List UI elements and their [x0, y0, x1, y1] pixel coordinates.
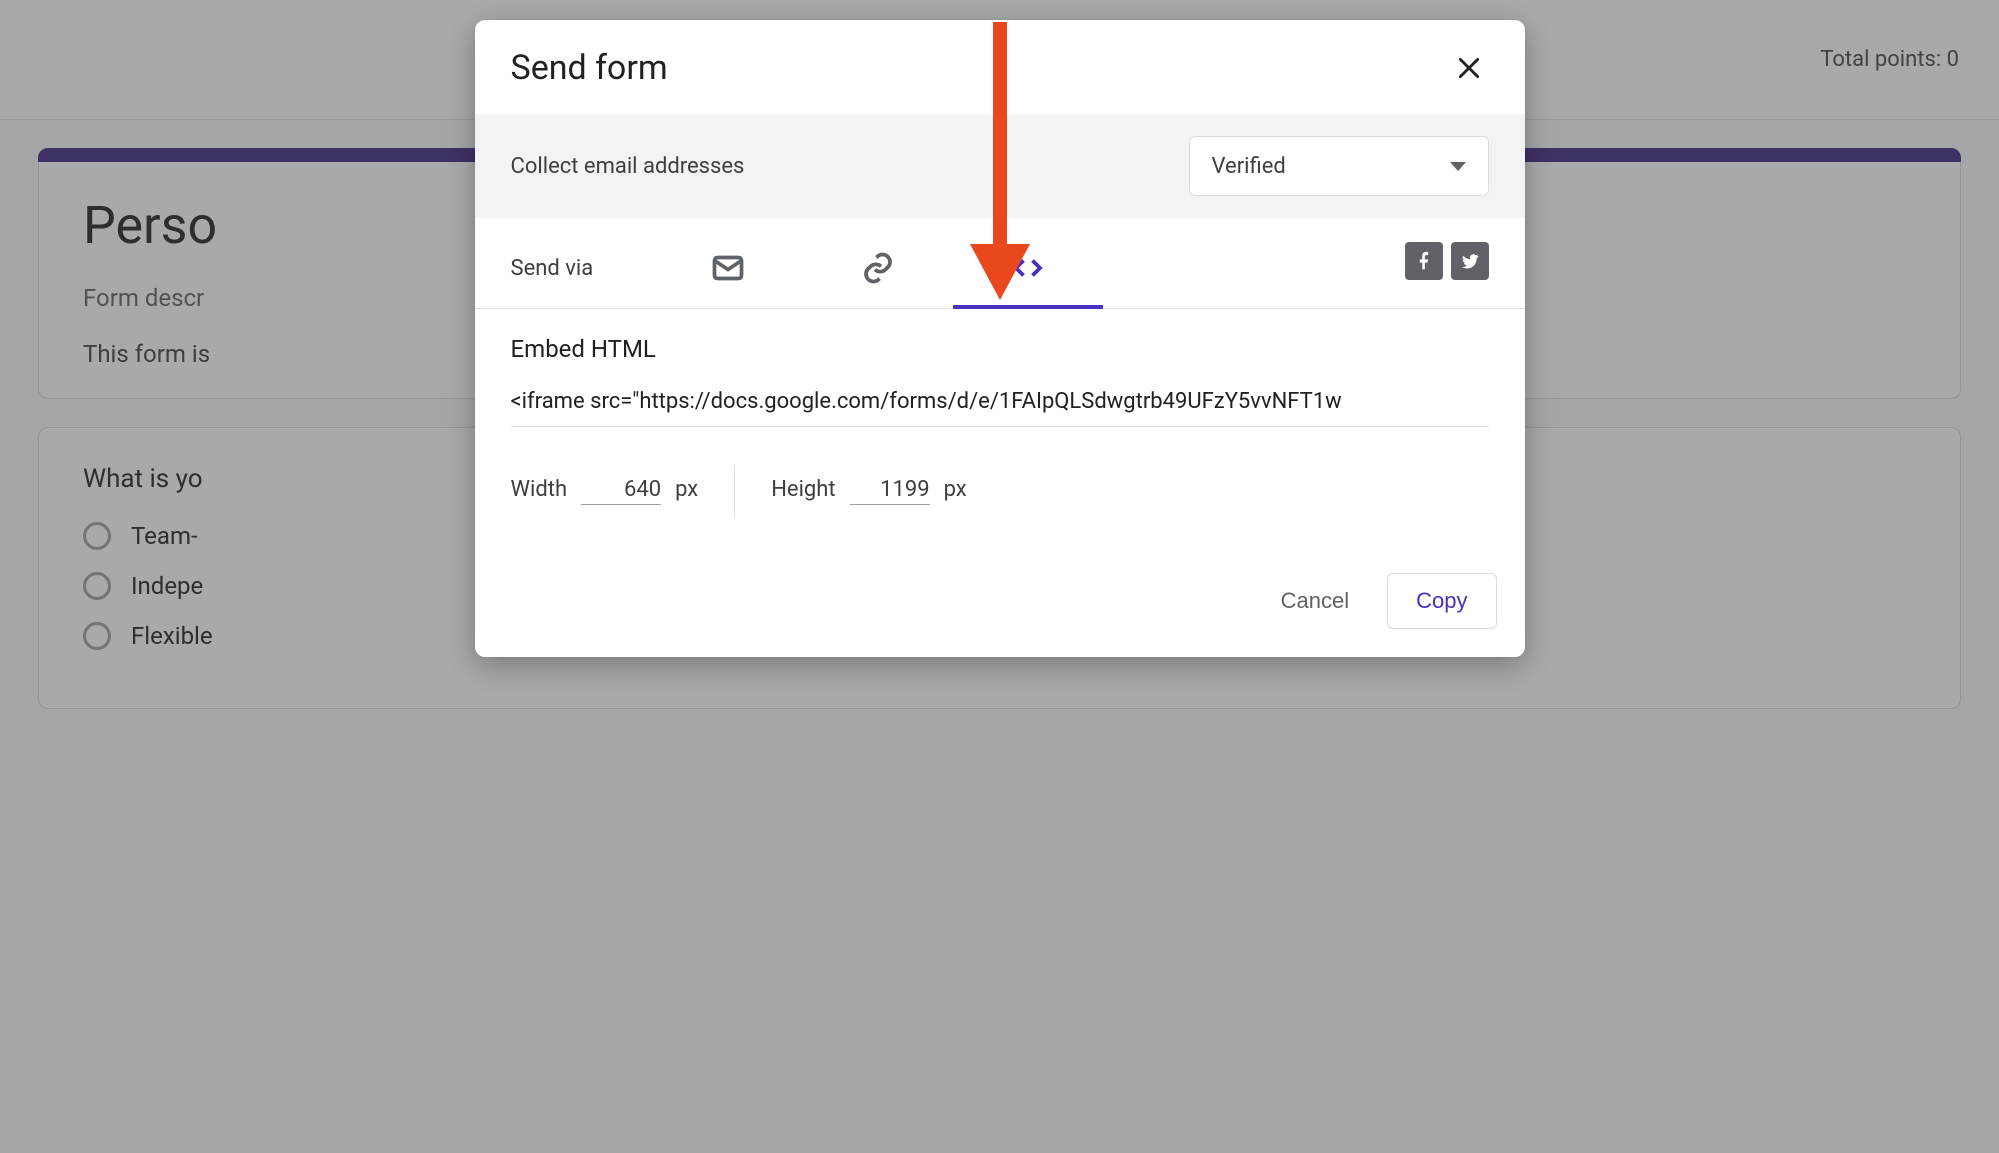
px-label: px [675, 477, 698, 502]
modal-title: Send form [511, 48, 668, 88]
collect-email-label: Collect email addresses [511, 154, 745, 179]
width-label: Width [511, 477, 568, 502]
collect-email-select[interactable]: Verified [1189, 136, 1489, 196]
share-facebook-button[interactable] [1405, 242, 1443, 280]
chevron-down-icon [1450, 162, 1466, 171]
share-twitter-button[interactable] [1451, 242, 1489, 280]
height-label: Height [771, 477, 835, 502]
tab-link[interactable] [803, 228, 953, 308]
divider [734, 465, 735, 517]
embed-panel: Embed HTML [475, 309, 1525, 437]
social-share [1405, 242, 1489, 294]
modal-actions: Cancel Copy [475, 557, 1525, 657]
link-icon [860, 250, 896, 286]
close-button[interactable] [1449, 48, 1489, 88]
close-icon [1456, 55, 1482, 81]
cancel-button[interactable]: Cancel [1265, 576, 1365, 626]
dimensions-row: Width px Height px [475, 437, 1525, 557]
send-via-row: Send via [475, 218, 1525, 309]
send-form-modal: Send form Collect email addresses Verifi… [475, 20, 1525, 657]
twitter-icon [1460, 251, 1480, 271]
tab-email[interactable] [653, 228, 803, 308]
select-value: Verified [1212, 154, 1286, 179]
embed-html-label: Embed HTML [511, 335, 1489, 363]
facebook-icon [1414, 251, 1434, 271]
embed-code-input[interactable] [511, 379, 1489, 427]
width-input[interactable] [581, 477, 661, 505]
code-icon [1010, 250, 1046, 286]
send-via-label: Send via [511, 256, 594, 281]
height-input[interactable] [850, 477, 930, 505]
tab-embed[interactable] [953, 228, 1103, 308]
px-label: px [944, 477, 967, 502]
copy-button[interactable]: Copy [1387, 573, 1496, 629]
mail-icon [710, 250, 746, 286]
collect-email-row: Collect email addresses Verified [475, 114, 1525, 218]
